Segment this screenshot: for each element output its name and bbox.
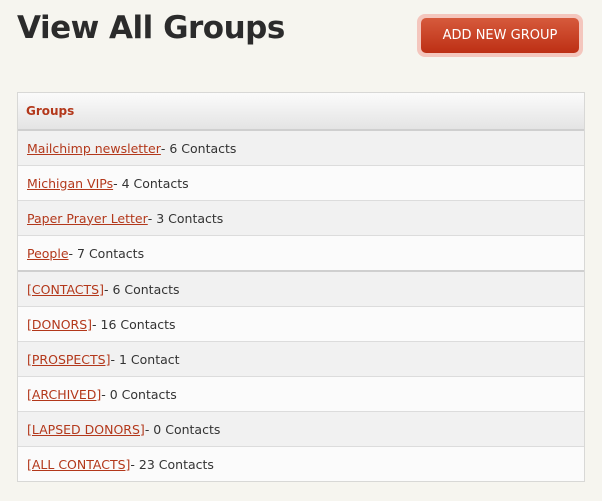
contact-count: - 0 Contacts — [144, 421, 221, 437]
contact-count: - 4 Contacts — [113, 175, 189, 191]
group-link[interactable]: Mailchimp newsletter — [27, 141, 161, 156]
table-row: [LAPSED DONORS] - 0 Contacts — [18, 412, 584, 447]
table-row: [CONTACTS] - 6 Contacts — [18, 272, 584, 307]
page-title: View All Groups — [17, 10, 285, 46]
table-row: Paper Prayer Letter - 3 Contacts — [18, 201, 584, 236]
table-header: Groups — [18, 93, 584, 131]
add-new-group-button[interactable]: ADD NEW GROUP — [421, 18, 579, 53]
group-link[interactable]: People — [27, 246, 69, 261]
group-link[interactable]: [DONORS] — [27, 317, 92, 332]
contact-count: - 6 Contacts — [160, 140, 237, 156]
contact-count: - 0 Contacts — [101, 386, 177, 402]
contact-count: - 16 Contacts — [92, 316, 176, 332]
group-link[interactable]: [ARCHIVED] — [27, 387, 101, 402]
add-group-button-focus-ring: ADD NEW GROUP — [417, 14, 583, 57]
table-row: [ALL CONTACTS] - 23 Contacts — [18, 447, 584, 481]
groups-table: Groups Mailchimp newsletter - 6 Contacts… — [17, 92, 585, 482]
group-link[interactable]: [PROSPECTS] — [27, 352, 110, 367]
contact-count: - 6 Contacts — [103, 281, 180, 297]
group-link[interactable]: [ALL CONTACTS] — [27, 457, 130, 472]
group-link[interactable]: Michigan VIPs — [27, 176, 113, 191]
column-header-groups: Groups — [26, 104, 75, 118]
group-link[interactable]: [CONTACTS] — [27, 282, 104, 297]
contact-count: - 7 Contacts — [68, 245, 145, 261]
table-row: [DONORS] - 16 Contacts — [18, 307, 584, 342]
group-link[interactable]: Paper Prayer Letter — [27, 211, 148, 226]
group-link[interactable]: [LAPSED DONORS] — [27, 422, 145, 437]
contact-count: - 23 Contacts — [130, 456, 214, 472]
table-row: [PROSPECTS] - 1 Contact — [18, 342, 584, 377]
contact-count: - 1 Contact — [110, 351, 180, 367]
contact-count: - 3 Contacts — [147, 210, 224, 226]
table-row: People - 7 Contacts — [18, 236, 584, 272]
table-row: [ARCHIVED] - 0 Contacts — [18, 377, 584, 412]
table-row: Michigan VIPs - 4 Contacts — [18, 166, 584, 201]
table-row: Mailchimp newsletter - 6 Contacts — [18, 131, 584, 166]
